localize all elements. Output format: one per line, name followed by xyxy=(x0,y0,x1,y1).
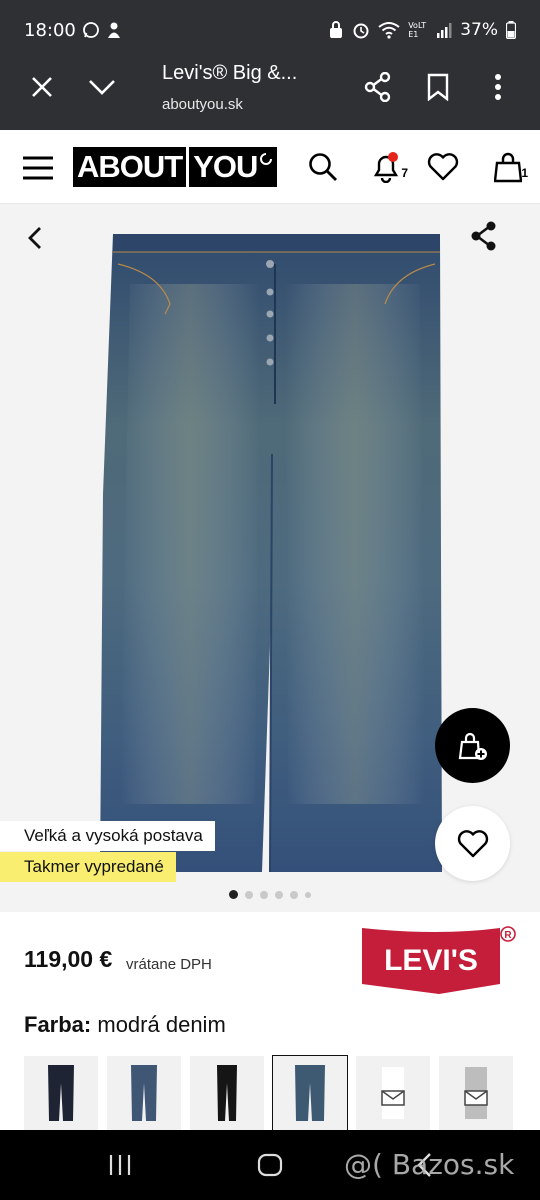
alarm-icon xyxy=(353,23,369,39)
wishlist-fab[interactable] xyxy=(435,806,510,881)
color-swatch[interactable] xyxy=(190,1056,264,1130)
search-button[interactable] xyxy=(304,148,342,186)
wishlist-button[interactable] xyxy=(424,148,462,186)
placeholder-thumbnail xyxy=(464,1067,488,1119)
shopping-bag-icon xyxy=(494,152,522,183)
bookmark-icon xyxy=(427,73,449,101)
color-swatches xyxy=(24,1055,513,1131)
gallery-pagination[interactable] xyxy=(229,890,311,899)
stock-tag: Takmer vypredané xyxy=(0,852,176,882)
page-url: aboutyou.sk xyxy=(162,96,243,113)
site-header: ABOUT YOU 7 1 xyxy=(0,130,540,204)
logo-mark-icon xyxy=(260,153,273,165)
gallery-back-button[interactable] xyxy=(20,220,50,256)
signal-icon xyxy=(437,23,452,38)
minimize-tab-button[interactable] xyxy=(80,65,124,109)
close-tab-button[interactable] xyxy=(20,65,64,109)
gallery-share-button[interactable] xyxy=(466,218,502,254)
color-label: Farba: xyxy=(24,1012,92,1037)
product-image xyxy=(100,234,442,873)
about-you-logo[interactable]: ABOUT YOU xyxy=(73,147,278,187)
browser-toolbar: Levi's® Big &... aboutyou.sk xyxy=(0,60,540,130)
share-icon xyxy=(471,221,496,251)
search-icon xyxy=(309,153,337,181)
svg-text:R: R xyxy=(504,930,512,941)
status-right: VoLTE1 37% xyxy=(328,20,516,40)
whatsapp-icon xyxy=(82,22,99,38)
jeans-thumbnail xyxy=(217,1065,237,1121)
chevron-down-icon xyxy=(89,80,115,95)
gallery-dot[interactable] xyxy=(275,890,283,899)
notifications-button[interactable]: 7 xyxy=(364,148,408,186)
recent-apps-button[interactable] xyxy=(104,1148,136,1182)
gallery-dot[interactable] xyxy=(260,890,268,899)
bell-icon xyxy=(373,152,399,183)
jeans-thumbnail xyxy=(295,1065,325,1121)
hamburger-menu-icon xyxy=(23,156,53,180)
alarm-lock-icon xyxy=(330,21,343,38)
gallery-dot[interactable] xyxy=(305,891,311,898)
price-vat-note: vrátane DPH xyxy=(126,956,212,973)
color-swatch[interactable] xyxy=(356,1056,430,1130)
color-swatch-selected[interactable] xyxy=(272,1055,348,1131)
product-gallery[interactable]: Veľká a vysoká postava Takmer vypredané xyxy=(0,204,540,912)
heart-icon xyxy=(427,153,459,181)
battery-icon xyxy=(506,21,516,39)
share-icon xyxy=(364,72,391,102)
fit-tag: Veľká a vysoká postava xyxy=(0,821,215,851)
heart-icon xyxy=(457,829,488,857)
status-time: 18:00 xyxy=(24,19,76,41)
volte-label: VoLTE1 xyxy=(408,21,427,39)
color-line: Farba: modrá denim xyxy=(24,1012,226,1038)
brand-logo[interactable]: LEVI'S R xyxy=(362,924,516,999)
bookmark-button[interactable] xyxy=(416,65,460,109)
notifications-count: 7 xyxy=(401,166,408,180)
gallery-dot[interactable] xyxy=(245,890,253,899)
battery-percent: 37% xyxy=(460,20,498,40)
menu-button[interactable] xyxy=(18,148,58,188)
home-button[interactable] xyxy=(254,1148,286,1182)
levis-logo-image: LEVI'S R xyxy=(362,926,516,994)
status-left-icons xyxy=(82,21,122,39)
gallery-dot[interactable] xyxy=(290,890,298,899)
gallery-dot[interactable] xyxy=(229,890,238,899)
home-icon xyxy=(257,1153,283,1177)
levis-logo-text: LEVI'S xyxy=(384,944,478,977)
close-icon xyxy=(32,77,52,97)
wifi-icon xyxy=(378,22,400,39)
placeholder-thumbnail xyxy=(381,1067,405,1119)
color-value: modrá denim xyxy=(97,1012,226,1037)
share-button[interactable] xyxy=(356,65,400,109)
recent-apps-icon xyxy=(109,1155,131,1175)
more-options-button[interactable] xyxy=(476,65,520,109)
bag-plus-icon xyxy=(458,732,487,760)
cart-button[interactable]: 1 xyxy=(486,148,530,186)
status-bar: 18:00 VoLTE1 37% xyxy=(0,0,540,60)
page-title: Levi's® Big &... xyxy=(162,62,298,84)
more-vertical-icon xyxy=(495,74,501,100)
chevron-left-icon xyxy=(28,227,41,249)
color-swatch[interactable] xyxy=(107,1056,181,1130)
color-swatch[interactable] xyxy=(24,1056,98,1130)
watermark: @( Bazos.sk xyxy=(344,1148,515,1181)
app-notification-icon xyxy=(107,22,120,38)
jeans-thumbnail xyxy=(48,1065,74,1121)
product-price: 119,00 € xyxy=(24,946,113,972)
size-alert-button[interactable] xyxy=(435,708,510,783)
jeans-thumbnail xyxy=(131,1065,157,1121)
logo-about: ABOUT xyxy=(73,147,187,187)
color-swatch[interactable] xyxy=(439,1056,513,1130)
cart-count: 1 xyxy=(521,166,528,180)
